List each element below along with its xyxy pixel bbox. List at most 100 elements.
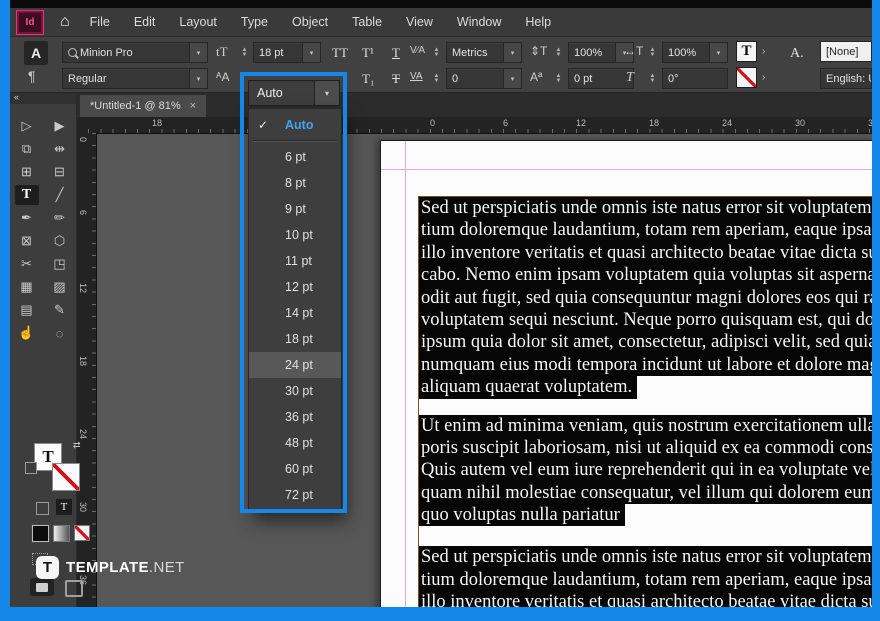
page[interactable]: Sed ut perspiciatis unde omnis iste natu… xyxy=(380,140,872,607)
line-tool[interactable]: ╱ xyxy=(48,185,72,205)
baseline-shift-stepper[interactable]: ▲▼ xyxy=(552,68,565,89)
vertical-scale-stepper[interactable]: ▲▼ xyxy=(552,42,565,63)
chevron-down-icon[interactable]: ▾ xyxy=(314,81,339,105)
superscript-button[interactable]: T¹ xyxy=(362,45,374,61)
horizontal-ruler[interactable]: 1812061218243036 xyxy=(76,117,872,134)
character-style-select[interactable]: [None] xyxy=(820,41,872,62)
document-tab[interactable]: *Untitled-1 @ 81% × xyxy=(80,95,206,117)
menu-item-edit[interactable]: Edit xyxy=(122,10,168,34)
menu-item-view[interactable]: View xyxy=(394,10,445,34)
tracking-select[interactable]: 0 ▾ xyxy=(446,68,522,89)
underline-button[interactable]: T xyxy=(392,45,400,61)
leading-option-6-pt[interactable]: 6 pt xyxy=(249,144,341,170)
character-formatting-button[interactable]: A xyxy=(24,41,48,65)
leading-option-24-pt[interactable]: 24 pt xyxy=(249,352,341,378)
stroke-swatch-none[interactable] xyxy=(52,463,80,491)
chevron-down-icon[interactable]: ▾ xyxy=(189,43,207,62)
swap-fill-stroke-icon[interactable]: ⇄ xyxy=(73,440,81,451)
fill-color-swatch[interactable]: T xyxy=(736,41,757,62)
default-fill-stroke-icon[interactable] xyxy=(25,462,37,474)
leading-combobox[interactable]: Auto ▾ xyxy=(248,80,340,106)
menu-item-window[interactable]: Window xyxy=(445,10,513,34)
chevron-down-icon[interactable]: ▾ xyxy=(503,69,521,88)
leading-option-10-pt[interactable]: 10 pt xyxy=(249,222,341,248)
free-transform-tool[interactable]: ◳ xyxy=(48,254,72,274)
frame-tool[interactable]: ⊠ xyxy=(15,231,39,251)
pencil-tool[interactable]: ✏ xyxy=(48,208,72,228)
menu-item-file[interactable]: File xyxy=(78,10,122,34)
leading-option-36-pt[interactable]: 36 pt xyxy=(249,404,341,430)
leading-option-30-pt[interactable]: 30 pt xyxy=(249,378,341,404)
shape-tool[interactable]: ⬡ xyxy=(48,231,72,251)
stroke-expander-icon[interactable]: › xyxy=(762,72,765,83)
strikethrough-button[interactable]: T xyxy=(392,71,400,87)
leading-option-8-pt[interactable]: 8 pt xyxy=(249,170,341,196)
subscript-button[interactable]: T₁ xyxy=(362,71,374,87)
leading-option-11-pt[interactable]: 11 pt xyxy=(249,248,341,274)
formatting-affects-container-button[interactable] xyxy=(36,502,49,515)
preview-mode-button[interactable] xyxy=(65,580,83,597)
menu-item-type[interactable]: Type xyxy=(229,10,280,34)
chevron-down-icon[interactable]: ▾ xyxy=(302,43,320,62)
leading-option-48-pt[interactable]: 48 pt xyxy=(249,430,341,456)
formatting-affects-text-button[interactable]: T xyxy=(56,499,72,515)
menu-item-table[interactable]: Table xyxy=(340,10,394,34)
leading-option-14-pt[interactable]: 14 pt xyxy=(249,300,341,326)
baseline-shift-field[interactable]: 0 pt xyxy=(568,68,634,89)
font-size-stepper[interactable]: ▲▼ xyxy=(238,42,251,63)
menu-item-help[interactable]: Help xyxy=(513,10,563,34)
chevron-down-icon[interactable]: ▾ xyxy=(189,69,207,88)
leading-option-60-pt[interactable]: 60 pt xyxy=(249,456,341,482)
chevron-down-icon[interactable]: ▾ xyxy=(709,43,727,62)
stroke-color-swatch[interactable] xyxy=(736,67,757,88)
font-size-select[interactable]: 18 pt ▾ xyxy=(253,42,321,63)
type-tool[interactable]: T xyxy=(15,185,39,205)
menu-item-object[interactable]: Object xyxy=(280,10,340,34)
normal-view-mode-button[interactable] xyxy=(30,578,54,596)
apply-none-button[interactable] xyxy=(74,525,90,541)
kerning-stepper[interactable]: ▲▼ xyxy=(430,42,443,63)
gradient-swatch-tool[interactable]: ▦ xyxy=(15,277,39,297)
skew-stepper[interactable]: ▲▼ xyxy=(646,68,659,89)
leading-option-9-pt[interactable]: 9 pt xyxy=(249,196,341,222)
pasteboard[interactable]: Sed ut perspiciatis unde omnis iste natu… xyxy=(96,133,872,607)
fill-expander-icon[interactable]: › xyxy=(762,46,765,57)
direct-selection-tool-icon: ▶ xyxy=(55,118,65,134)
apply-color-button[interactable] xyxy=(32,525,49,542)
kerning-select[interactable]: Metrics ▾ xyxy=(446,42,522,63)
font-family-select[interactable]: Minion Pro ▾ xyxy=(62,42,208,63)
horizontal-scale-select[interactable]: 100% ▾ xyxy=(662,42,728,63)
selection-tool[interactable]: ▷ xyxy=(15,116,39,136)
all-caps-button[interactable]: TT xyxy=(332,45,348,61)
gradient-feather-tool[interactable]: ▨ xyxy=(48,277,72,297)
menu-item-layout[interactable]: Layout xyxy=(167,10,229,34)
content-collector-tool[interactable]: ⊞ xyxy=(15,162,39,182)
leading-option-18-pt[interactable]: 18 pt xyxy=(249,326,341,352)
direct-selection-tool[interactable]: ▶ xyxy=(48,116,72,136)
note-tool[interactable]: ▤ xyxy=(15,300,39,320)
tracking-stepper[interactable]: ▲▼ xyxy=(430,68,443,89)
text-frame[interactable]: Sed ut perspiciatis unde omnis iste natu… xyxy=(418,196,872,607)
paragraph-formatting-button[interactable]: ¶ xyxy=(28,68,36,84)
eyedropper-tool[interactable]: ✎ xyxy=(48,300,72,320)
leading-option-auto[interactable]: ✓Auto xyxy=(249,112,341,138)
apply-gradient-button[interactable] xyxy=(53,525,70,542)
zoom-tool[interactable]: ◌ xyxy=(48,323,72,343)
leading-option-12-pt[interactable]: 12 pt xyxy=(249,274,341,300)
language-select[interactable]: English: USA xyxy=(820,68,872,89)
skew-field[interactable]: 0° xyxy=(662,68,728,89)
home-icon[interactable]: ⌂ xyxy=(60,14,70,30)
content-placer-tool[interactable]: ⊟ xyxy=(48,162,72,182)
chevron-down-icon[interactable]: ▾ xyxy=(503,43,521,62)
horizontal-scale-stepper[interactable]: ▲▼ xyxy=(646,42,659,63)
font-style-select[interactable]: Regular ▾ xyxy=(62,68,208,89)
indesign-logo-icon[interactable]: Id xyxy=(17,11,43,34)
scissors-tool[interactable]: ✂ xyxy=(15,254,39,274)
hand-tool[interactable]: ☝ xyxy=(15,323,39,343)
page-tool[interactable]: ⧉ xyxy=(15,139,39,159)
gap-tool[interactable]: ⇹ xyxy=(48,139,72,159)
pen-tool[interactable]: ✒ xyxy=(15,208,39,228)
leading-option-72-pt[interactable]: 72 pt xyxy=(249,482,341,508)
kerning-icon: V∕A xyxy=(410,46,425,56)
tab-close-icon[interactable]: × xyxy=(190,100,196,112)
